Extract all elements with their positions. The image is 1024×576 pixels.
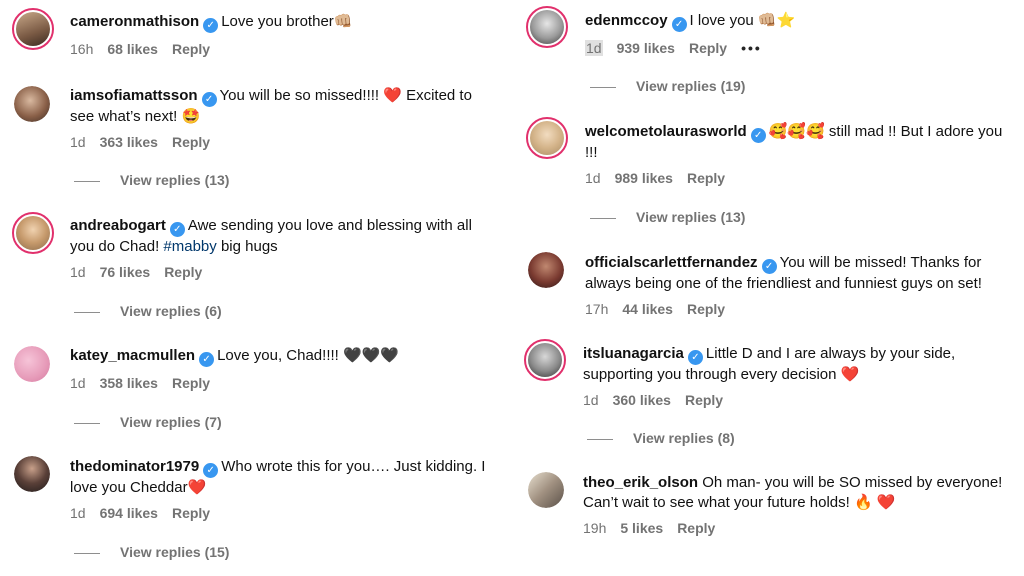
verified-badge-icon: ✓ — [203, 18, 219, 33]
timestamp[interactable]: 16h — [70, 41, 93, 57]
verified-badge-icon: ✓ — [761, 259, 777, 274]
verified-badge-icon: ✓ — [750, 128, 766, 143]
likes-count[interactable]: 363 likes — [100, 134, 158, 150]
username[interactable]: itsluanagarcia — [583, 345, 684, 362]
divider-line — [590, 86, 616, 88]
reply-button[interactable]: Reply — [172, 134, 210, 150]
verified-badge-icon: ✓ — [201, 92, 217, 107]
comment-meta: 1d 76 likes Reply — [70, 264, 216, 280]
verified-badge-icon: ✓ — [169, 222, 185, 237]
avatar[interactable] — [14, 456, 50, 492]
reply-button[interactable]: Reply — [172, 375, 210, 391]
comment-meta: 1d 363 likes Reply — [70, 134, 224, 150]
reply-button[interactable]: Reply — [677, 520, 715, 536]
likes-count[interactable]: 939 likes — [617, 40, 675, 56]
comment-meta: 1d 989 likes Reply — [585, 170, 739, 186]
timestamp[interactable]: 17h — [585, 301, 608, 317]
comment-text: iamsofiamattsson ✓ You will be so missed!!… — [70, 87, 472, 125]
comment-meta: 1d 358 likes Reply — [70, 375, 224, 391]
timestamp[interactable]: 1d — [70, 505, 86, 521]
hashtag-link[interactable]: #mabby — [163, 238, 216, 255]
likes-count[interactable]: 76 likes — [100, 264, 151, 280]
timestamp[interactable]: 19h — [583, 520, 606, 536]
avatar[interactable] — [528, 472, 564, 508]
likes-count[interactable]: 358 likes — [100, 375, 158, 391]
comment-text: andreabogart ✓ Awe sending you love and bl… — [70, 217, 472, 255]
view-replies-button[interactable]: View replies (15) — [74, 544, 229, 560]
comments-column-left: cameronmathison ✓ Love you brother👊🏼 16h 68… — [0, 0, 508, 576]
timestamp[interactable]: 1d — [70, 134, 86, 150]
likes-count[interactable]: 5 likes — [620, 520, 663, 536]
comment-text: officialscarlettfernandez ✓ You will be mi… — [585, 254, 982, 292]
username[interactable]: iamsofiamattsson — [70, 87, 198, 104]
avatar[interactable] — [526, 117, 568, 159]
username[interactable]: welcometolaurasworld — [585, 123, 747, 140]
divider-line — [590, 217, 616, 219]
view-replies-button[interactable]: View replies (13) — [74, 172, 229, 188]
reply-button[interactable]: Reply — [687, 301, 725, 317]
comment-meta: 1d 939 likes Reply ••• — [585, 40, 776, 56]
username[interactable]: edenmccoy — [585, 12, 668, 29]
comment-text: cameronmathison ✓ Love you brother👊🏼 — [70, 13, 353, 33]
username[interactable]: thedominator1979 — [70, 458, 199, 475]
divider-line — [587, 438, 613, 440]
timestamp[interactable]: 1d — [583, 392, 599, 408]
avatar[interactable] — [526, 6, 568, 48]
reply-button[interactable]: Reply — [172, 505, 210, 521]
likes-count[interactable]: 44 likes — [622, 301, 673, 317]
avatar[interactable] — [524, 339, 566, 381]
reply-button[interactable]: Reply — [164, 264, 202, 280]
avatar[interactable] — [12, 212, 54, 254]
avatar[interactable] — [14, 86, 50, 122]
likes-count[interactable]: 360 likes — [613, 392, 671, 408]
avatar[interactable] — [12, 8, 54, 50]
verified-badge-icon: ✓ — [687, 350, 703, 365]
timestamp[interactable]: 1d — [585, 40, 603, 56]
verified-badge-icon: ✓ — [199, 352, 215, 367]
view-replies-button[interactable]: View replies (6) — [74, 303, 222, 319]
likes-count[interactable]: 68 likes — [107, 41, 158, 57]
likes-count[interactable]: 694 likes — [100, 505, 158, 521]
divider-line — [74, 180, 100, 182]
column-divider — [508, 0, 516, 576]
comment-text: thedominator1979 ✓ Who wrote this for you…… — [70, 458, 486, 496]
username[interactable]: katey_macmullen — [70, 347, 195, 364]
username[interactable]: officialscarlettfernandez — [585, 254, 758, 271]
divider-line — [74, 552, 100, 554]
view-replies-button[interactable]: View replies (13) — [590, 209, 745, 225]
comment-meta: 19h 5 likes Reply — [583, 520, 729, 536]
verified-badge-icon: ✓ — [203, 463, 219, 478]
comment-meta: 17h 44 likes Reply — [585, 301, 739, 317]
divider-line — [74, 422, 100, 424]
reply-button[interactable]: Reply — [172, 41, 210, 57]
reply-button[interactable]: Reply — [685, 392, 723, 408]
view-replies-button[interactable]: View replies (7) — [74, 414, 222, 430]
comment-meta: 1d 360 likes Reply — [583, 392, 737, 408]
comment-text: theo_erik_olson Oh man- you will be SO m… — [583, 474, 1003, 511]
reply-button[interactable]: Reply — [689, 40, 727, 56]
avatar[interactable] — [14, 346, 50, 382]
timestamp[interactable]: 1d — [70, 375, 86, 391]
reply-button[interactable]: Reply — [687, 170, 725, 186]
view-replies-button[interactable]: View replies (8) — [587, 430, 735, 446]
verified-badge-icon: ✓ — [671, 17, 687, 32]
username[interactable]: andreabogart — [70, 217, 166, 234]
more-options-icon[interactable]: ••• — [741, 40, 762, 56]
username[interactable]: theo_erik_olson — [583, 474, 698, 491]
likes-count[interactable]: 989 likes — [615, 170, 673, 186]
comment-meta: 1d 694 likes Reply — [70, 505, 224, 521]
timestamp[interactable]: 1d — [585, 170, 601, 186]
comment-text: edenmccoy ✓ I love you 👊🏼⭐ — [585, 12, 796, 32]
timestamp[interactable]: 1d — [70, 264, 86, 280]
divider-line — [74, 311, 100, 313]
username[interactable]: cameronmathison — [70, 13, 199, 30]
comment-text: katey_macmullen ✓ Love you, Chad!!!! 🖤🖤🖤 — [70, 347, 400, 367]
comments-column-right: edenmccoy ✓ I love you 👊🏼⭐ 1d 939 likes Repl… — [516, 0, 1024, 576]
avatar[interactable] — [528, 252, 564, 288]
comment-text: welcometolaurasworld ✓ 🥰🥰🥰 still mad !! Bu… — [585, 123, 1003, 161]
comment-text: itsluanagarcia ✓ Little D and I are always… — [583, 345, 956, 383]
comment-meta: 16h 68 likes Reply — [70, 41, 224, 57]
view-replies-button[interactable]: View replies (19) — [590, 78, 745, 94]
